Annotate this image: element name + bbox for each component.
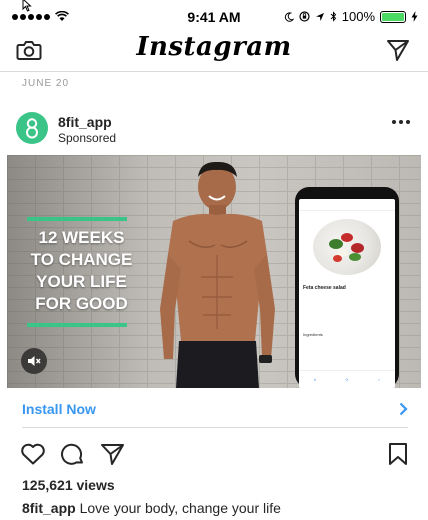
install-now-button[interactable]: Install Now <box>22 401 96 417</box>
nav-bar: Instagram <box>0 32 428 72</box>
battery-icon <box>380 10 406 23</box>
sponsored-label: Sponsored <box>58 131 117 145</box>
headline-line: 12 WEEKS <box>38 228 125 247</box>
chevron-right-icon[interactable] <box>399 402 408 416</box>
phone-recipe-title: Feta cheese salad <box>303 285 346 291</box>
8fit-logo <box>17 113 47 143</box>
caption-username[interactable]: 8fit_app <box>22 500 76 516</box>
salad-image <box>313 219 381 275</box>
phone-mockup: Feta cheese salad Ingredients ✕ ⟳ ✓ <box>295 187 399 388</box>
share-icon[interactable] <box>100 442 126 466</box>
fitness-model-figure <box>160 161 275 388</box>
moon-icon <box>284 11 294 22</box>
caption-text: Love your body, change your life <box>79 500 281 516</box>
ad-headline: 12 WEEKS TO CHANGE YOUR LIFE FOR GOOD <box>19 227 144 315</box>
battery-fill <box>382 12 404 21</box>
bookmark-icon[interactable] <box>388 442 408 466</box>
phone-bottom-bar: ✕ ⟳ ✓ <box>299 370 395 388</box>
post-actions <box>0 438 428 470</box>
charging-icon <box>411 11 418 22</box>
post-media[interactable]: 12 WEEKS TO CHANGE YOUR LIFE FOR GOOD Fe… <box>7 155 421 388</box>
headline-line: YOUR LIFE <box>36 272 127 291</box>
phone-screen: Feta cheese salad Ingredients ✕ ⟳ ✓ <box>299 199 395 388</box>
headline-bottom-bar <box>27 323 127 327</box>
install-now-row[interactable]: Install Now <box>0 390 428 428</box>
feed-date: JUNE 20 <box>22 78 70 89</box>
headline-line: TO CHANGE <box>30 250 133 269</box>
bluetooth-icon <box>330 11 336 22</box>
comment-icon[interactable] <box>60 442 86 466</box>
mute-button[interactable] <box>21 348 47 374</box>
status-bar: 9:41 AM 100% <box>0 0 428 32</box>
divider <box>22 427 408 428</box>
battery-percent: 100% <box>341 9 375 24</box>
post-caption: 8fit_app Love your body, change your lif… <box>22 500 281 516</box>
speaker-muted-icon <box>28 356 41 366</box>
direct-message-icon[interactable] <box>386 38 410 62</box>
post-username[interactable]: 8fit_app <box>58 114 112 130</box>
status-indicators: 100% <box>284 9 418 24</box>
more-options-icon[interactable] <box>392 120 410 124</box>
avatar[interactable] <box>16 112 48 144</box>
instagram-logo: Instagram <box>136 32 292 62</box>
post-header: 8fit_app Sponsored <box>0 108 428 152</box>
lock-rotation-icon <box>299 11 310 22</box>
phone-topbar <box>299 199 395 211</box>
like-heart-icon[interactable] <box>20 442 46 466</box>
headline-top-bar <box>27 217 127 221</box>
location-icon <box>315 12 324 21</box>
view-count[interactable]: 125,621 views <box>22 477 115 493</box>
phone-ingredients-heading: Ingredients <box>303 332 323 337</box>
headline-line: FOR GOOD <box>35 294 128 313</box>
